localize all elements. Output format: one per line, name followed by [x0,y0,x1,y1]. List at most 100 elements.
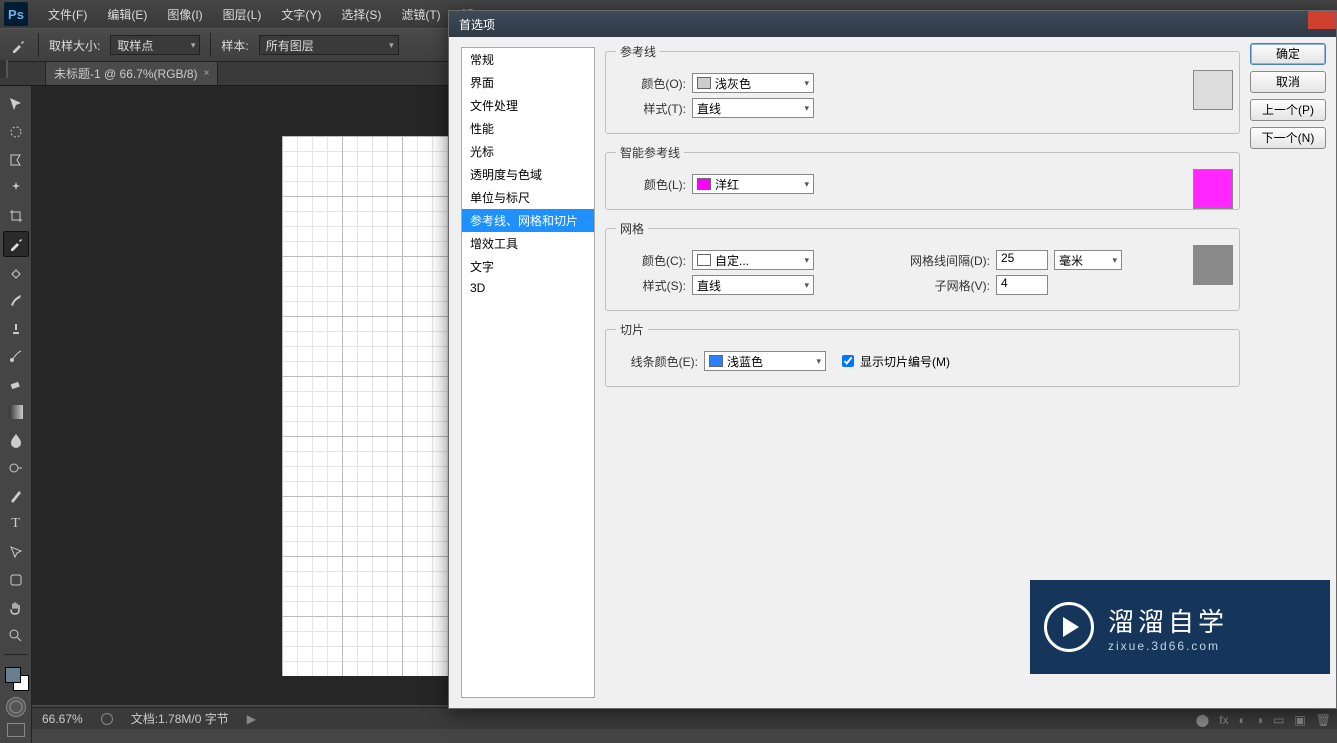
cancel-button[interactable]: 取消 [1250,71,1326,93]
separator [4,654,28,655]
move-tool[interactable] [3,91,29,117]
watermark: 溜溜自学 zixue.3d66.com [1030,580,1330,674]
trash-icon[interactable]: 🗑 [1316,713,1331,727]
history-brush-tool[interactable] [3,343,29,369]
smart-color-select[interactable]: 洋红 [692,174,814,194]
eyedropper-tool[interactable] [3,231,29,257]
grid-style-label: 样式(S): [616,277,686,294]
grid-style-select[interactable]: 直线 [692,275,814,295]
status-arrow-icon[interactable]: ▶ [247,712,256,726]
ok-button[interactable]: 确定 [1250,43,1326,65]
new-icon[interactable]: ▣ [1294,713,1305,727]
group-grid-legend: 网格 [616,220,648,237]
guides-style-select[interactable]: 直线 [692,98,814,118]
color-swatches[interactable] [3,665,29,691]
cat-guides-grid-slices[interactable]: 参考线、网格和切片 [462,209,594,232]
menu-select[interactable]: 选择(S) [331,6,391,23]
menu-file[interactable]: 文件(F) [38,6,97,23]
stamp-tool[interactable] [3,315,29,341]
path-select-tool[interactable] [3,539,29,565]
group-grid: 网格 颜色(C): 自定... 网格线间隔(D): 25 毫米 样式(S): 直… [605,220,1240,311]
slice-shownum-label: 显示切片编号(M) [860,353,950,370]
cat-performance[interactable]: 性能 [462,117,594,140]
prev-button[interactable]: 上一个(P) [1250,99,1326,121]
grid-swatch[interactable] [1193,245,1233,285]
eraser-tool[interactable] [3,371,29,397]
cat-interface[interactable]: 界面 [462,71,594,94]
grid-sub-input[interactable]: 4 [996,275,1048,295]
slice-color-select[interactable]: 浅蓝色 [704,351,826,371]
grid-interval-input[interactable]: 25 [996,250,1048,270]
brush-tool[interactable] [3,287,29,313]
document-tab[interactable]: 未标题-1 @ 66.7%(RGB/8) × [45,61,218,85]
slice-color-label: 线条颜色(E): [616,353,698,370]
app-logo: Ps [4,2,28,26]
group-guides-legend: 参考线 [616,43,660,60]
cat-cursors[interactable]: 光标 [462,140,594,163]
color-chip-icon [697,254,711,266]
menu-layer[interactable]: 图层(L) [213,6,272,23]
cat-plugins[interactable]: 增效工具 [462,232,594,255]
cat-type[interactable]: 文字 [462,255,594,278]
document-canvas[interactable] [282,136,462,676]
category-list[interactable]: 常规 界面 文件处理 性能 光标 透明度与色域 单位与标尺 参考线、网格和切片 … [461,47,595,698]
cat-filehandling[interactable]: 文件处理 [462,94,594,117]
folder-icon[interactable]: ▭ [1273,713,1284,727]
guides-color-select[interactable]: 浅灰色 [692,73,814,93]
quickmask-toggle[interactable] [6,697,26,717]
close-icon[interactable]: × [204,68,210,79]
group-slice-legend: 切片 [616,321,648,338]
menu-filter[interactable]: 滤镜(T) [391,6,450,23]
grid-sub-label: 子网格(V): [880,277,990,294]
dialog-close-hint [1308,11,1336,29]
smart-swatch[interactable] [1193,169,1233,209]
play-icon [1044,602,1094,652]
cat-general[interactable]: 常规 [462,48,594,71]
next-button[interactable]: 下一个(N) [1250,127,1326,149]
status-zoom[interactable]: 66.67% [42,712,83,726]
status-docsize: 文档:1.78M/0 字节 [131,710,229,727]
menu-image[interactable]: 图像(I) [157,6,212,23]
grid-unit-select[interactable]: 毫米 [1054,250,1122,270]
crop-tool[interactable] [3,203,29,229]
gradient-tool[interactable] [3,399,29,425]
grid-color-select[interactable]: 自定... [692,250,814,270]
type-tool[interactable]: T [3,511,29,537]
shape-tool[interactable] [3,567,29,593]
hand-tool[interactable] [3,595,29,621]
status-icon [101,713,113,725]
menu-edit[interactable]: 编辑(E) [97,6,157,23]
guides-swatch[interactable] [1193,70,1233,110]
pen-tool[interactable] [3,483,29,509]
cat-transparency[interactable]: 透明度与色域 [462,163,594,186]
screenmode-toggle[interactable] [7,723,25,737]
dialog-titlebar[interactable]: 首选项 [449,11,1336,37]
cat-3d[interactable]: 3D [462,278,594,298]
fill-icon[interactable]: ◑ [1256,713,1263,727]
zoom-tool[interactable] [3,623,29,649]
lasso-tool[interactable] [3,147,29,173]
marquee-tool[interactable] [3,119,29,145]
sample-size-label: 取样大小: [49,37,100,54]
watermark-url: zixue.3d66.com [1108,639,1228,653]
group-slice: 切片 线条颜色(E): 浅蓝色 显示切片编号(M) [605,321,1240,387]
left-edge-tab[interactable] [0,60,8,78]
mask-icon[interactable]: ◐ [1239,713,1246,727]
document-tab-title: 未标题-1 @ 66.7%(RGB/8) [54,65,198,82]
slice-shownum-checkbox[interactable] [842,355,854,367]
wand-tool[interactable] [3,175,29,201]
cat-units[interactable]: 单位与标尺 [462,186,594,209]
watermark-title: 溜溜自学 [1108,602,1228,639]
color-chip-icon [697,77,711,89]
sample-size-select[interactable]: 取样点 [110,35,200,55]
panel-status-icons: ⬤ fx ◐ ◑ ▭ ▣ 🗑 [1196,713,1331,727]
preferences-dialog: 首选项 常规 界面 文件处理 性能 光标 透明度与色域 单位与标尺 参考线、网格… [448,10,1337,709]
link-icon[interactable]: ⬤ [1196,713,1209,727]
menu-type[interactable]: 文字(Y) [271,6,331,23]
blur-tool[interactable] [3,427,29,453]
dodge-tool[interactable] [3,455,29,481]
sample-select[interactable]: 所有图层 [259,35,399,55]
guides-color-label: 颜色(O): [616,75,686,92]
heal-tool[interactable] [3,259,29,285]
fx-icon[interactable]: fx [1219,713,1228,727]
